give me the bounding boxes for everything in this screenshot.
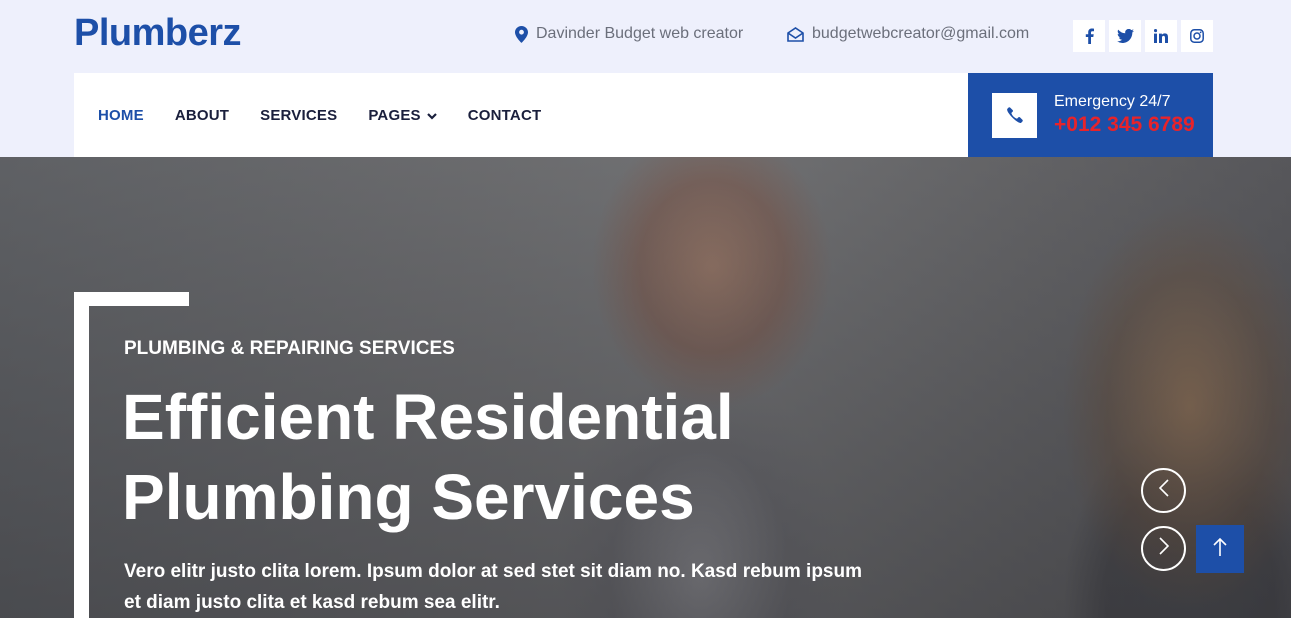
hero-description: Vero elitr justo clita lorem. Ipsum dolo… <box>124 561 862 613</box>
nav-item-contact[interactable]: CONTACT <box>468 107 542 124</box>
chevron-down-icon <box>426 107 437 124</box>
nav-item-label: HOME <box>98 106 144 124</box>
location-info: Davinder Budget web creator <box>515 25 743 43</box>
email-text[interactable]: budgetwebcreator@gmail.com <box>812 25 1029 43</box>
hero-frame-decoration <box>74 292 189 306</box>
nav-item-pages[interactable]: PAGES <box>368 106 437 124</box>
social-links <box>1073 20 1213 52</box>
hero-title-line: Plumbing Services <box>122 461 695 533</box>
chevron-right-icon <box>1158 537 1169 560</box>
main-navbar: HOME ABOUT SERVICES PAGES CONTACT <box>74 73 968 157</box>
carousel-next-button[interactable] <box>1141 526 1186 571</box>
emergency-label: Emergency 24/7 <box>1054 93 1171 110</box>
emergency-phone-number[interactable]: +012 345 6789 <box>1054 113 1195 137</box>
linkedin-icon[interactable] <box>1145 20 1177 52</box>
twitter-icon[interactable] <box>1109 20 1141 52</box>
chevron-left-icon <box>1158 479 1169 502</box>
email-info: budgetwebcreator@gmail.com <box>787 25 1029 43</box>
emergency-contact[interactable]: Emergency 24/7 +012 345 6789 <box>968 73 1213 157</box>
hero-subtitle: PLUMBING & REPAIRING SERVICES <box>124 338 455 359</box>
hero-title-line: Efficient Residential <box>122 381 734 453</box>
nav-item-services[interactable]: SERVICES <box>260 107 337 124</box>
nav-item-label: CONTACT <box>467 106 542 124</box>
facebook-icon[interactable] <box>1073 20 1105 52</box>
hero-title: Efficient Residential Plumbing Services <box>122 377 842 537</box>
hero-frame-decoration <box>74 292 89 618</box>
nav-item-label: ABOUT <box>174 106 230 124</box>
hero-carousel: PLUMBING & REPAIRING SERVICES Efficient … <box>0 157 1291 618</box>
nav-item-home[interactable]: HOME <box>98 107 144 124</box>
nav-item-label: PAGES <box>368 106 421 124</box>
brand-logo[interactable]: Plumberz <box>74 12 242 55</box>
back-to-top-button[interactable] <box>1196 525 1244 573</box>
nav-item-label: SERVICES <box>260 106 338 124</box>
location-text: Davinder Budget web creator <box>536 25 744 42</box>
carousel-prev-button[interactable] <box>1141 468 1186 513</box>
arrow-up-icon <box>1213 537 1227 562</box>
nav-item-about[interactable]: ABOUT <box>175 107 229 124</box>
instagram-icon[interactable] <box>1181 20 1213 52</box>
phone-icon <box>992 92 1037 138</box>
emergency-text: Emergency 24/7 +012 345 6789 <box>1054 93 1195 137</box>
map-pin-icon <box>515 25 528 43</box>
envelope-icon <box>787 26 804 42</box>
